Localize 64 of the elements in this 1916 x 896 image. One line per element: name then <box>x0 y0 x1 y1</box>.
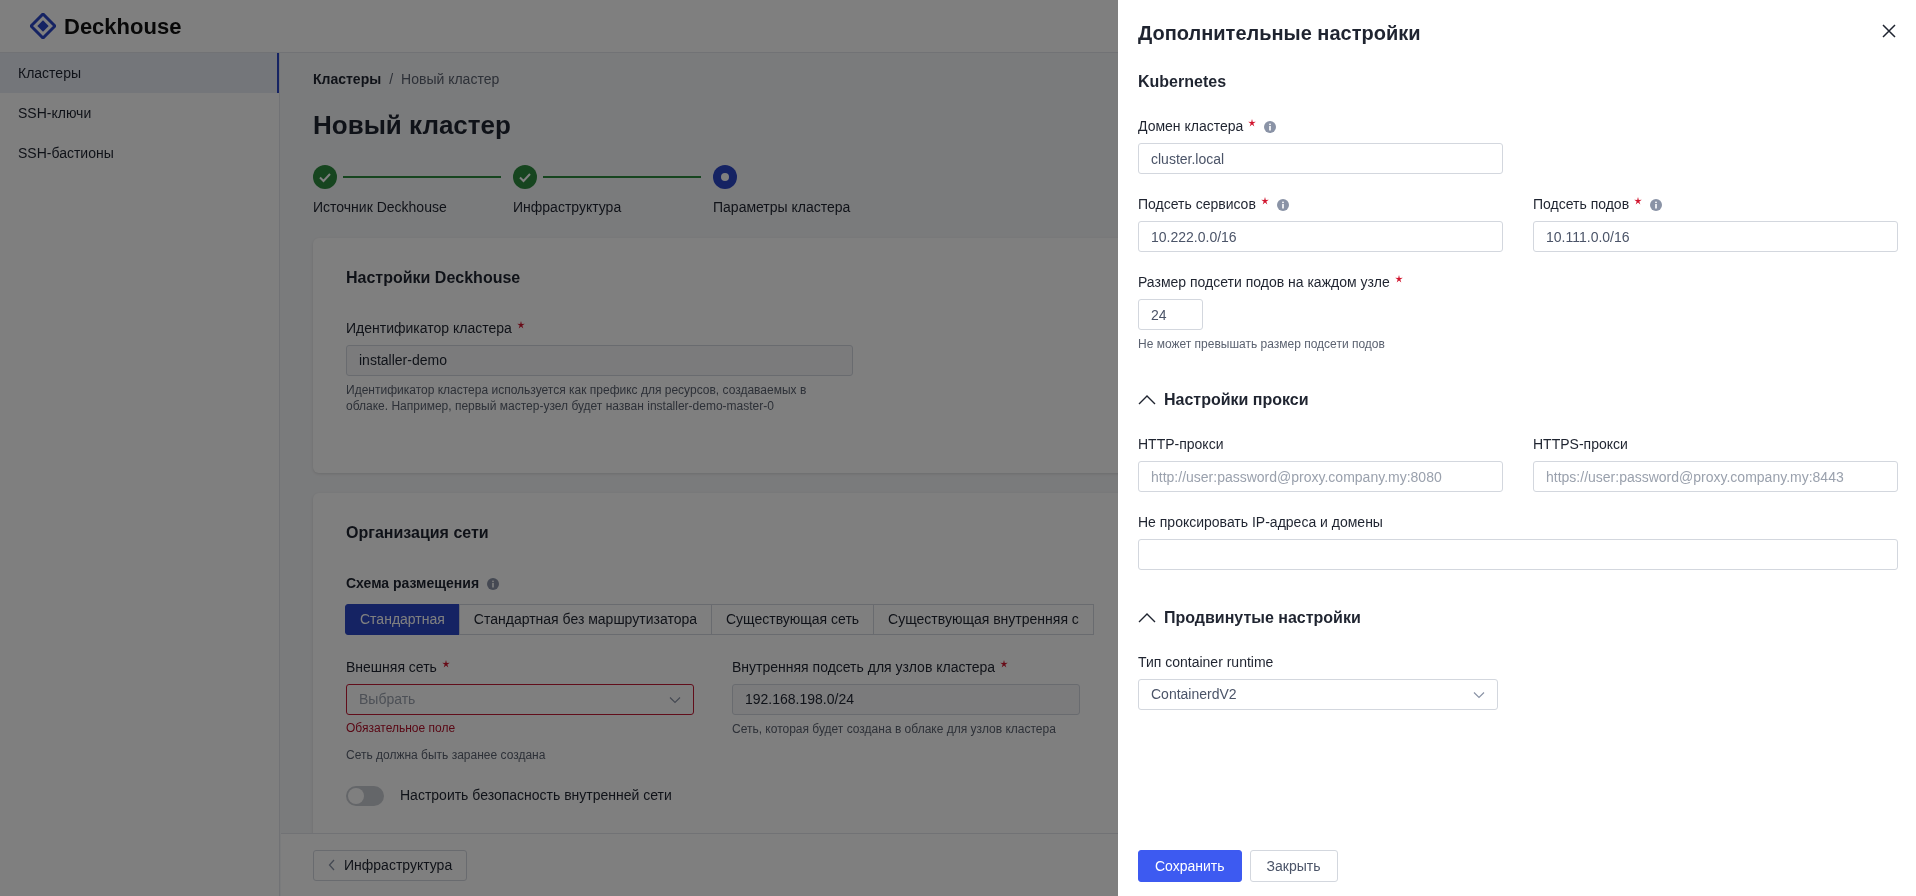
close-icon <box>1882 23 1896 38</box>
help-text: Сеть должна быть заранее создана <box>346 747 547 763</box>
section-title: Kubernetes <box>1138 72 1227 92</box>
drawer-title: Дополнительные настройки <box>1138 21 1421 46</box>
field-label: Размер подсети подов на каждом узле <box>1138 273 1390 292</box>
breadcrumb-item: Новый кластер <box>401 70 500 89</box>
input-field[interactable]: https://user:password@proxy.company.my:8443 <box>1533 461 1898 492</box>
chevron-up-icon <box>1138 394 1156 405</box>
breadcrumb-separator: / <box>389 70 394 89</box>
scheme-tab[interactable]: Стандартная <box>345 604 460 635</box>
input-field[interactable]: cluster.local <box>1138 143 1503 174</box>
field-label: HTTPS-прокси <box>1533 435 1628 454</box>
info-icon[interactable] <box>1264 120 1277 133</box>
card-title: Организация сети <box>346 523 489 543</box>
field-label: Внутренняя подсеть для узлов кластера <box>732 658 996 677</box>
chevron-down-icon <box>669 695 681 704</box>
step-label: Параметры кластера <box>713 198 852 217</box>
step-label: Инфраструктура <box>513 198 623 217</box>
input-field[interactable]: 10.222.0.0/16 <box>1138 221 1503 252</box>
chevron-up-icon <box>1138 612 1156 623</box>
help-text: Идентификатор кластера используется как префикс для ресурсов, создаваемых в облаке. Например, первый мастер-узел будет назван installer-demo-master-0 <box>346 382 808 414</box>
breadcrumb-item[interactable]: Кластеры <box>313 69 382 90</box>
input-field[interactable] <box>1138 539 1898 570</box>
input-field[interactable]: 10.111.0.0/16 <box>1533 221 1898 252</box>
logo-icon <box>30 13 56 39</box>
chevron-left-icon <box>328 859 336 871</box>
field-label: Подсеть подов <box>1533 195 1630 214</box>
info-icon[interactable] <box>487 577 500 590</box>
field-label: Внешняя сеть <box>346 658 437 677</box>
logo-text: Deckhouse <box>64 12 182 41</box>
scheme-tab[interactable]: Существующая внутренняя с <box>873 604 1094 635</box>
back-button[interactable]: Инфраструктура <box>313 849 468 881</box>
chevron-down-icon <box>1473 690 1485 699</box>
toggle-switch[interactable] <box>346 785 384 806</box>
close-text-button[interactable]: Закрыть <box>1249 850 1338 882</box>
scheme-tab[interactable]: Существующая сеть <box>711 604 875 635</box>
sidebar-item[interactable]: SSH-бастионы <box>0 133 279 173</box>
scheme-tab[interactable]: Стандартная без маршрутизатора <box>458 604 712 635</box>
input-field[interactable]: http://user:password@proxy.company.my:8080 <box>1138 461 1503 492</box>
info-icon[interactable] <box>1650 198 1663 211</box>
input-field[interactable]: 24 <box>1138 299 1203 330</box>
field-label: Тип container runtime <box>1138 653 1274 672</box>
input-field[interactable]: 192.168.198.0/24 <box>732 684 1080 715</box>
field-label: Подсеть сервисов <box>1138 195 1256 214</box>
field-label: Не проксировать IP-адреса и домены <box>1138 513 1383 532</box>
help-text: Не может превышать размер подсети подов <box>1138 336 1386 352</box>
section-title: Продвинутые настройки <box>1164 608 1361 628</box>
save-button[interactable]: Сохранить <box>1138 850 1242 882</box>
page-title: Новый кластер <box>313 109 511 142</box>
info-icon[interactable] <box>1276 198 1289 211</box>
field-label: Схема размещения <box>346 574 480 593</box>
field-label: Домен кластера <box>1138 117 1244 136</box>
error-text: Обязательное поле <box>346 720 457 737</box>
toggle-label: Настроить безопасность внутренней сети <box>400 786 672 805</box>
step-label: Источник Deckhouse <box>313 198 448 217</box>
section-title: Настройки прокси <box>1164 390 1309 410</box>
sidebar-item[interactable]: SSH-ключи <box>0 93 279 133</box>
sidebar-item[interactable]: Кластеры <box>0 53 279 93</box>
input-field[interactable]: installer-demo <box>346 345 853 376</box>
card-title: Настройки Deckhouse <box>346 268 521 288</box>
field-label: HTTP-прокси <box>1138 435 1224 454</box>
help-text: Сеть, которая будет создана в облаке для узлов кластера <box>732 721 1057 737</box>
select-field[interactable]: ContainerdV2 <box>1138 679 1498 710</box>
field-label: Идентификатор кластера <box>346 319 512 338</box>
